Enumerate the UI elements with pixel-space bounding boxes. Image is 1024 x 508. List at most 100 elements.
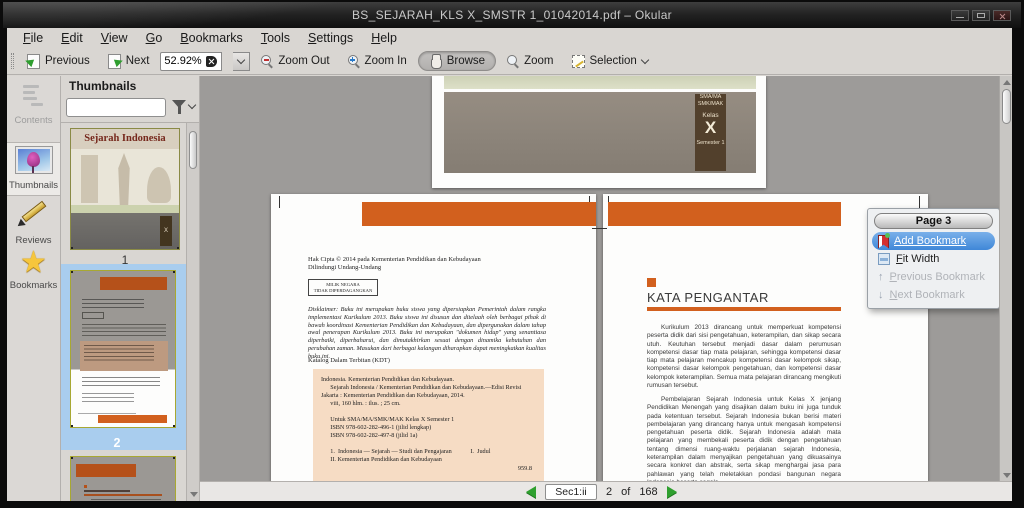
thumbnails-panel-title: Thumbnails <box>69 79 136 93</box>
thumbnail-page-2-selected[interactable]: 2 <box>61 264 187 450</box>
zoom-in-icon <box>348 55 360 67</box>
hand-icon <box>429 54 442 68</box>
page3-paragraph-2: Pembelajaran Sejarah Indonesia untuk Kel… <box>647 396 841 482</box>
browse-label: Browse <box>447 55 485 67</box>
previous-page-button[interactable]: Previous <box>20 51 97 72</box>
scroll-down-icon[interactable] <box>1003 473 1011 478</box>
sidebar-item-contents[interactable]: Contents <box>7 84 60 126</box>
page2-orange-bar <box>362 202 596 226</box>
contents-icon <box>21 84 47 108</box>
menu-bookmarks[interactable]: Bookmarks <box>172 29 251 47</box>
menu-item-next-bookmark: Next Bookmark <box>872 286 995 304</box>
sidebar-label-contents: Contents <box>7 115 60 126</box>
menu-settings[interactable]: Settings <box>300 29 361 47</box>
menu-file[interactable]: File <box>15 29 51 47</box>
star-icon: ★ <box>20 246 47 279</box>
document-view-wrapper: SMA/MA SMK/MAK Kelas X Semester 1 <box>200 76 1012 501</box>
thumbnails-scrollbar-thumb[interactable] <box>189 131 197 169</box>
window-title: BS_SEJARAH_KLS X_SMSTR 1_01042014.pdf – … <box>3 8 1021 22</box>
current-page-number[interactable]: 2 <box>606 486 612 498</box>
kdt-label: Katalog Dalam Terbitan (KDT) <box>308 357 390 364</box>
browse-tool-button[interactable]: Browse <box>418 51 496 71</box>
okular-window: File Edit View Go Bookmarks Tools Settin… <box>7 28 1012 501</box>
next-page-arrow-icon[interactable] <box>667 486 677 498</box>
selection-label: Selection <box>590 55 637 67</box>
sidebar-label-reviews: Reviews <box>7 235 60 246</box>
kdt-ddc-number: 959.8 <box>518 465 532 472</box>
zoom-in-button[interactable]: Zoom In <box>341 52 414 70</box>
title-bar: BS_SEJARAH_KLS X_SMSTR 1_01042014.pdf – … <box>3 2 1021 28</box>
arrow-down-icon <box>878 289 884 301</box>
state-property-stamp: MILIK NEGARA TIDAK DIPERDAGANGKAN <box>308 279 378 296</box>
chevron-down-icon <box>237 55 245 63</box>
clear-icon[interactable] <box>206 56 217 67</box>
zoom-out-button[interactable]: Zoom Out <box>254 52 336 70</box>
next-page-button[interactable]: Next <box>101 51 157 72</box>
thumbnails-scrollbar[interactable] <box>186 123 199 501</box>
document-view[interactable]: SMA/MA SMK/MAK Kelas X Semester 1 <box>200 76 1012 482</box>
status-bar: Sec1:ii 2 of 168 <box>200 481 1012 501</box>
context-menu-title: Page 3 <box>874 213 993 229</box>
magnifier-icon <box>507 55 519 67</box>
kata-pengantar-heading: KATA PENGANTAR <box>647 290 769 305</box>
pencil-icon <box>17 196 51 228</box>
sidebar-item-bookmarks[interactable]: ★ Bookmarks <box>7 248 60 291</box>
menu-item-previous-bookmark: Previous Bookmark <box>872 268 995 286</box>
document-scrollbar[interactable] <box>999 76 1012 482</box>
badge-line2: SMK/MAK <box>695 101 726 108</box>
maximize-button[interactable] <box>972 10 990 21</box>
add-bookmark-icon <box>878 235 888 248</box>
thumbnails-panel: Thumbnails Sejarah Indonesia X <box>61 76 200 501</box>
menu-item-add-bookmark[interactable]: Add Bookmark <box>872 232 995 250</box>
sidebar-item-thumbnails[interactable]: Thumbnails <box>7 142 60 196</box>
close-button[interactable] <box>993 10 1011 21</box>
menu-go[interactable]: Go <box>138 29 171 47</box>
scroll-down-icon[interactable] <box>190 492 198 497</box>
cover-title: Sejarah Indonesia <box>71 129 179 149</box>
badge-line5: Semester 1 <box>695 140 726 146</box>
cover-badge: SMA/MA SMK/MAK Kelas X Semester 1 <box>695 94 726 171</box>
thumbnails-list: Sejarah Indonesia X 1 <box>61 122 199 501</box>
thumbnail-page-1[interactable]: Sejarah Indonesia X 1 <box>70 128 180 267</box>
cover-badge-mini: X <box>160 216 172 246</box>
selection-tool-button[interactable]: Selection <box>565 52 655 71</box>
context-menu: Page 3 Add Bookmark Fit Width Previous B… <box>867 208 1000 309</box>
sidebar-item-reviews[interactable]: Reviews <box>7 196 60 246</box>
zoom-dropdown-button[interactable] <box>233 52 250 71</box>
sidebar: Contents Thumbnails Reviews ★ Bookmarks <box>7 76 61 501</box>
menu-view[interactable]: View <box>93 29 136 47</box>
page3-orange-bar <box>608 202 841 226</box>
heading-bullet <box>647 278 656 287</box>
toolbar-grip[interactable] <box>11 53 14 69</box>
selection-icon <box>572 55 585 68</box>
previous-page-arrow-icon[interactable] <box>526 486 536 498</box>
thumbnail-2-image <box>70 270 176 428</box>
kdt-box-text: Indonesia. Kementerian Pendidikan dan Ke… <box>321 376 536 464</box>
main-content: Contents Thumbnails Reviews ★ Bookmarks … <box>7 76 1012 501</box>
document-scrollbar-thumb[interactable] <box>1002 89 1011 124</box>
chevron-down-icon <box>641 55 649 63</box>
page-label-box[interactable]: Sec1:ii <box>545 484 597 500</box>
filter-icon[interactable] <box>172 100 186 115</box>
minimize-button[interactable] <box>951 10 969 21</box>
menu-help[interactable]: Help <box>363 29 405 47</box>
menu-tools[interactable]: Tools <box>253 29 298 47</box>
total-pages: 168 <box>639 486 657 498</box>
badge-line4: X <box>695 119 726 137</box>
menu-bar: File Edit View Go Bookmarks Tools Settin… <box>7 28 1012 48</box>
sidebar-label-thumbnails: Thumbnails <box>7 180 60 191</box>
thumbnails-icon <box>16 147 52 173</box>
zoom-in-label: Zoom In <box>365 55 407 67</box>
chevron-down-icon[interactable] <box>188 101 196 109</box>
zoom-tool-button[interactable]: Zoom <box>500 52 560 70</box>
menu-edit[interactable]: Edit <box>53 29 91 47</box>
zoom-tool-label: Zoom <box>524 55 553 67</box>
next-label: Next <box>126 55 150 67</box>
page-2: Hak Cipta © 2014 pada Kementerian Pendid… <box>271 194 596 482</box>
previous-label: Previous <box>45 55 90 67</box>
thumbnails-search-input[interactable] <box>66 98 166 117</box>
thumbnail-page-3[interactable] <box>70 456 176 501</box>
thumbnail-2-label: 2 <box>61 436 173 450</box>
menu-item-fit-width[interactable]: Fit Width <box>872 250 995 268</box>
scroll-up-icon[interactable] <box>1003 80 1011 85</box>
